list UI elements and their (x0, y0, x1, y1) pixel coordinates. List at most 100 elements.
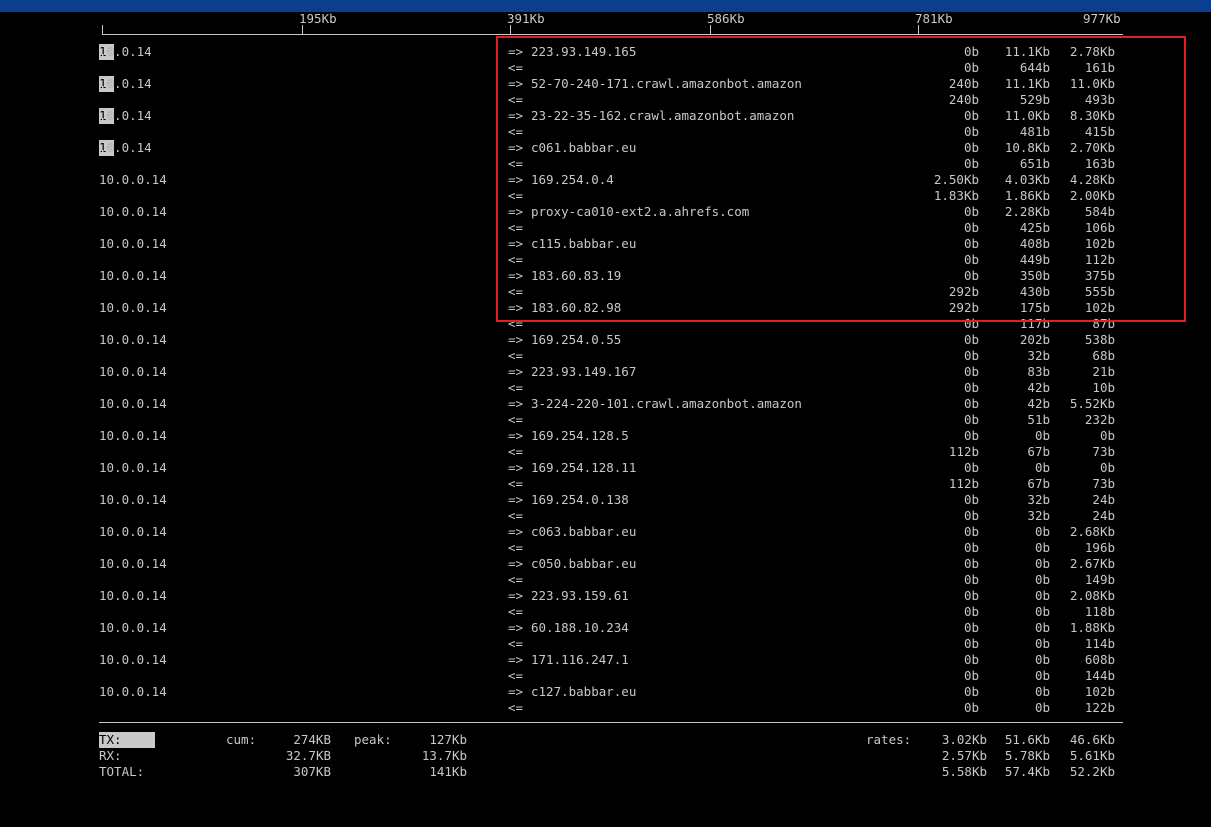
direction-out-arrow: => (508, 364, 524, 379)
rate-40s: 5.52Kb (1069, 396, 1115, 411)
connection-row-in: <= 0b 32b 68b (0, 348, 1211, 364)
rx-rate-10s: 5.78Kb (1004, 748, 1050, 763)
direction-in-arrow: <= (508, 668, 524, 683)
source-address: 10.0.0.14 (99, 204, 167, 219)
connection-row-in: <= 112b 67b 73b (0, 476, 1211, 492)
direction-in-arrow: <= (508, 476, 524, 491)
direction-in-arrow: <= (508, 508, 524, 523)
tx-label: TX: (99, 732, 155, 748)
direction-out-arrow: => (508, 556, 524, 571)
scale-label-195kb: 195Kb (299, 11, 337, 26)
total-peak-value: 141Kb (429, 764, 467, 779)
rate-40s: 608b (1084, 652, 1115, 667)
rate-40s: 118b (1084, 604, 1115, 619)
total-cum-value: 307KB (293, 764, 331, 779)
direction-out-arrow: => (508, 588, 524, 603)
remote-host: 169.254.0.138 (531, 492, 629, 507)
rate-40s: 232b (1084, 412, 1115, 427)
source-address: 10.0.0.14 (99, 620, 167, 635)
window-title-bar (0, 0, 1211, 12)
direction-out-arrow: => (508, 684, 524, 699)
remote-host: 169.254.128.11 (531, 460, 637, 475)
direction-out-arrow: => (508, 428, 524, 443)
rx-label: RX: (99, 748, 122, 763)
connection-row-in: <= 0b 0b 196b (0, 540, 1211, 556)
rate-40s: 102b (1084, 684, 1115, 699)
direction-in-arrow: <= (508, 700, 524, 715)
source-address: 10.0.0.14 (99, 428, 167, 443)
source-address: 10.0.0.14 (99, 364, 167, 379)
connection-row-in: <= 0b 0b 144b (0, 668, 1211, 684)
direction-out-arrow: => (508, 652, 524, 667)
scale-tick-586kb (710, 25, 711, 35)
tx-rate-2s: 3.02Kb (941, 732, 987, 747)
tx-cum-value: 274KB (293, 732, 331, 747)
rate-40s: 73b (1092, 476, 1115, 491)
connection-row-in: <= 0b 32b 24b (0, 508, 1211, 524)
rate-40s: 2.08Kb (1069, 588, 1115, 603)
connection-row-out: 10.0.0.14 => c050.babbar.eu 0b 0b 2.67Kb (0, 556, 1211, 572)
source-address-rest: .0.0.14 (99, 140, 152, 155)
remote-host: c127.babbar.eu (531, 684, 637, 699)
connection-row-in: <= 0b 42b 10b (0, 380, 1211, 396)
direction-out-arrow: => (508, 524, 524, 539)
rate-40s: 24b (1092, 492, 1115, 507)
remote-host: c063.babbar.eu (531, 524, 637, 539)
connection-row-out: 10.0.0.14 => 223.93.159.61 0b 0b 2.08Kb (0, 588, 1211, 604)
rate-40s: 73b (1092, 444, 1115, 459)
connection-row-out: 10.0.0.14 => c127.babbar.eu 0b 0b 102b (0, 684, 1211, 700)
remote-host: 3-224-220-101.crawl.amazonbot.amazon (531, 396, 802, 411)
total-rate-2s: 5.58Kb (941, 764, 987, 779)
rate-40s: 2.67Kb (1069, 556, 1115, 571)
scale-label-781kb: 781Kb (915, 11, 953, 26)
source-address: 10.0.0.14 (99, 556, 167, 571)
connection-row-out: 10.0.0.14 => 169.254.0.138 0b 32b 24b (0, 492, 1211, 508)
connection-row-out: 10.0.0.14 => 169.254.128.11 0b 0b 0b (0, 460, 1211, 476)
scale-label-977kb: 977Kb (1083, 11, 1121, 26)
source-address: 10.0.0.14 (99, 332, 167, 347)
direction-out-arrow: => (508, 492, 524, 507)
connection-row-in: <= 0b 0b 114b (0, 636, 1211, 652)
scale-tick-781kb (918, 25, 919, 35)
source-address-rest: .0.0.14 (99, 76, 152, 91)
remote-host: 60.188.10.234 (531, 620, 629, 635)
rx-rate-40s: 5.61Kb (1069, 748, 1115, 763)
source-address: 10.0.0.14 (99, 172, 167, 187)
direction-in-arrow: <= (508, 572, 524, 587)
rx-peak-value: 13.7Kb (421, 748, 467, 763)
direction-out-arrow: => (508, 620, 524, 635)
connection-row-in: <= 0b 0b 149b (0, 572, 1211, 588)
scale-line (102, 34, 1123, 35)
connection-row-in: <= 0b 0b 118b (0, 604, 1211, 620)
rx-cum-value: 32.7KB (285, 748, 331, 763)
connection-row-in: <= 112b 67b 73b (0, 444, 1211, 460)
direction-in-arrow: <= (508, 540, 524, 555)
total-rate-10s: 57.4Kb (1004, 764, 1050, 779)
direction-in-arrow: <= (508, 348, 524, 363)
remote-host: 223.93.159.61 (531, 588, 629, 603)
source-address: 10.0.0.14 (99, 652, 167, 667)
peak-label: peak: (354, 732, 392, 747)
tx-rate-10s: 51.6Kb (1004, 732, 1050, 747)
rate-40s: 196b (1084, 540, 1115, 555)
rate-40s: 114b (1084, 636, 1115, 651)
rate-40s: 144b (1084, 668, 1115, 683)
rate-40s: 2.68Kb (1069, 524, 1115, 539)
tx-peak-value: 127Kb (429, 732, 467, 747)
remote-host: 223.93.149.167 (531, 364, 637, 379)
rate-40s: 24b (1092, 508, 1115, 523)
direction-in-arrow: <= (508, 444, 524, 459)
remote-host: 169.254.128.5 (531, 428, 629, 443)
direction-in-arrow: <= (508, 412, 524, 427)
source-address: 10.0.0.14 (99, 492, 167, 507)
total-rate-40s: 52.2Kb (1069, 764, 1115, 779)
connection-row-out: 10.0.0.14 => 171.116.247.1 0b 0b 608b (0, 652, 1211, 668)
direction-out-arrow: => (508, 396, 524, 411)
source-address: 10.0.0.14 (99, 236, 167, 251)
total-label: TOTAL: (99, 764, 145, 779)
source-address: 10.0.0.14 (99, 684, 167, 699)
remote-host: 171.116.247.1 (531, 652, 629, 667)
tx-rate-40s: 46.6Kb (1069, 732, 1115, 747)
connection-row-out: 10.0.0.14 => 169.254.0.55 0b 202b 538b (0, 332, 1211, 348)
rate-40s: 122b (1084, 700, 1115, 715)
